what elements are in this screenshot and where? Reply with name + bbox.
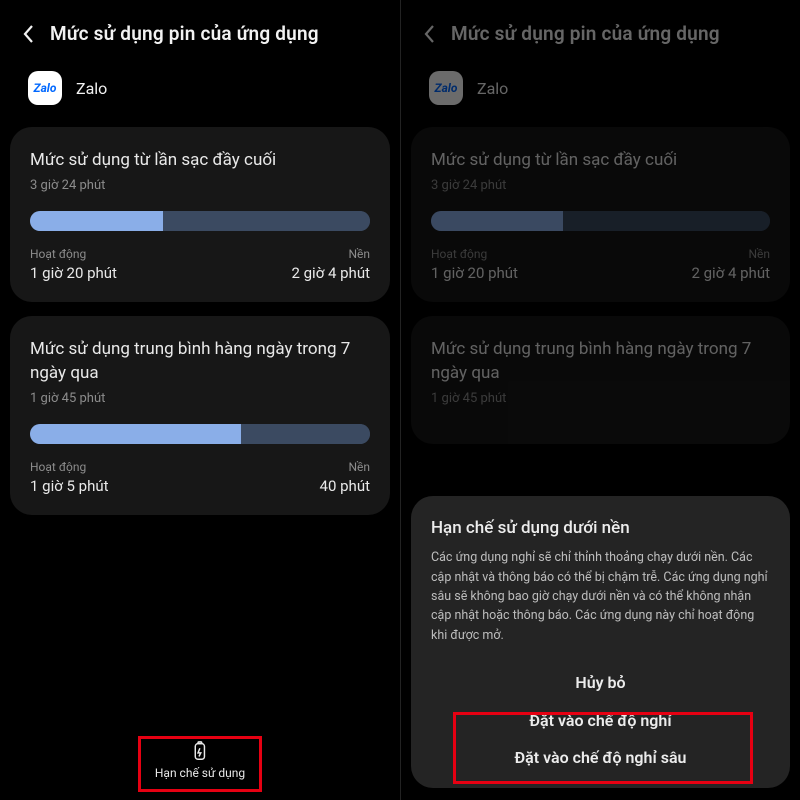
background-label: Nền (320, 460, 370, 474)
usage-bar-active (30, 211, 163, 231)
app-icon-label: Zalo (435, 81, 458, 95)
bar-stats: Hoạt động 1 giờ 5 phút Nền 40 phút (30, 460, 370, 495)
card-total: 3 giờ 24 phút (431, 178, 770, 193)
active-value: 1 giờ 5 phút (30, 477, 109, 495)
app-icon-label: Zalo (34, 81, 57, 95)
card-title: Mức sử dụng trung bình hàng ngày trong 7… (30, 338, 370, 385)
card-title: Mức sử dụng trung bình hàng ngày trong 7… (431, 338, 770, 385)
usage-bar (431, 211, 770, 231)
background-label: Nền (291, 247, 370, 261)
card-total: 1 giờ 45 phút (30, 391, 370, 406)
app-name: Zalo (477, 79, 508, 98)
bar-stats: Hoạt động 1 giờ 20 phút Nền 2 giờ 4 phút (431, 247, 770, 282)
background-value: 2 giờ 4 phút (291, 264, 370, 282)
chevron-left-icon (422, 23, 436, 45)
active-label: Hoạt động (431, 247, 518, 261)
page-title: Mức sử dụng pin của ứng dụng (451, 22, 720, 45)
zalo-app-icon: Zalo (28, 71, 62, 105)
screen-right: Mức sử dụng pin của ứng dụng Zalo Zalo M… (400, 0, 800, 800)
card-usage-since-charge: Mức sử dụng từ lần sạc đầy cuối 3 giờ 24… (10, 127, 390, 302)
dimmed-background: Mức sử dụng pin của ứng dụng Zalo Zalo M… (401, 0, 800, 444)
dialog-cancel-button[interactable]: Hủy bỏ (431, 663, 770, 702)
app-name: Zalo (76, 79, 107, 98)
usage-bar (30, 424, 370, 444)
usage-bar-active (30, 424, 241, 444)
active-label: Hoạt động (30, 247, 117, 261)
background-label: Nền (691, 247, 770, 261)
card-title: Mức sử dụng từ lần sạc đầy cuối (431, 149, 770, 172)
chevron-left-icon (21, 23, 35, 45)
usage-bar-background (163, 211, 370, 231)
bar-stats: Hoạt động 1 giờ 20 phút Nền 2 giờ 4 phút (30, 247, 370, 282)
app-row: Zalo Zalo (0, 63, 400, 127)
background-value: 40 phút (320, 477, 370, 495)
app-row: Zalo Zalo (401, 63, 800, 127)
dialog-body: Các ứng dụng nghỉ sẽ chỉ thỉnh thoảng ch… (431, 548, 770, 645)
zalo-app-icon: Zalo (429, 71, 463, 105)
card-avg-7day: Mức sử dụng trung bình hàng ngày trong 7… (411, 316, 790, 444)
active-value: 1 giờ 20 phút (431, 264, 518, 282)
back-button[interactable] (20, 26, 36, 42)
card-total: 1 giờ 45 phút (431, 391, 770, 406)
active-label: Hoạt động (30, 460, 109, 474)
card-title: Mức sử dụng từ lần sạc đầy cuối (30, 149, 370, 172)
usage-bar (30, 211, 370, 231)
usage-bar-background (241, 424, 370, 444)
card-total: 3 giờ 24 phút (30, 178, 370, 193)
header: Mức sử dụng pin của ứng dụng (0, 0, 400, 63)
page-title: Mức sử dụng pin của ứng dụng (50, 22, 319, 45)
card-avg-7day: Mức sử dụng trung bình hàng ngày trong 7… (10, 316, 390, 515)
active-value: 1 giờ 20 phút (30, 264, 117, 282)
back-button[interactable] (421, 26, 437, 42)
usage-bar-active (431, 211, 563, 231)
background-value: 2 giờ 4 phút (691, 264, 770, 282)
highlight-box (138, 736, 262, 792)
screen-left: Mức sử dụng pin của ứng dụng Zalo Zalo M… (0, 0, 400, 800)
header: Mức sử dụng pin của ứng dụng (401, 0, 800, 63)
dialog-title: Hạn chế sử dụng dưới nền (431, 518, 770, 538)
usage-bar-background (563, 211, 770, 231)
card-usage-since-charge: Mức sử dụng từ lần sạc đầy cuối 3 giờ 24… (411, 127, 790, 302)
highlight-box (453, 712, 753, 784)
